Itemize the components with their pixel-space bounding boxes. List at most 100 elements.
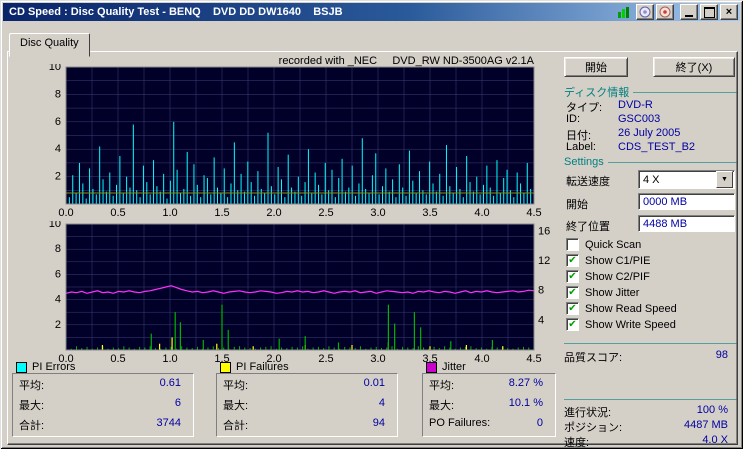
maximize-icon xyxy=(703,6,715,18)
titlebar[interactable]: CD Speed : Disc Quality Test - BENQ DVD … xyxy=(3,3,740,21)
svg-text:1.5: 1.5 xyxy=(214,207,229,219)
chevron-down-icon[interactable]: ▼ xyxy=(716,171,733,188)
speed-combo-value: 4 X xyxy=(643,173,660,186)
svg-text:3.0: 3.0 xyxy=(370,207,385,219)
end-position-field[interactable]: 4488 MB xyxy=(638,215,735,232)
pif-jitter-chart: 0.0 0.5 1.0 1.5 2.0 2.5 3.0 3.5 4.0 4.52468104812… xyxy=(49,221,551,365)
checkbox[interactable]: ✔ xyxy=(566,254,579,267)
checkbox-quick-scan[interactable]: Quick Scan xyxy=(566,238,641,251)
disc-red-icon xyxy=(659,6,671,18)
checkbox[interactable]: ✔ xyxy=(566,318,579,331)
tab-disc-quality[interactable]: Disc Quality xyxy=(9,33,90,57)
svg-text:2.0: 2.0 xyxy=(266,207,281,219)
position-row: ポジション: 4487 MB xyxy=(564,419,728,434)
jitter-swatch xyxy=(426,361,437,373)
save-graph-button[interactable] xyxy=(636,4,654,20)
svg-text:8: 8 xyxy=(55,243,61,255)
app-window: CD Speed : Disc Quality Test - BENQ DVD … xyxy=(0,0,743,449)
maximize-button[interactable] xyxy=(700,4,718,20)
separator xyxy=(564,399,737,400)
close-icon: × xyxy=(725,6,733,18)
settings-header: Settings xyxy=(564,156,737,168)
pi-errors-chart: 0.0 0.5 1.0 1.5 2.0 2.5 3.0 3.5 4.0 4.5 2 4 6 8 10 xyxy=(49,64,542,219)
start-mb-field[interactable]: 0000 MB xyxy=(638,193,735,210)
speed-row: 速度: 4.0 X xyxy=(564,434,728,449)
legend-label: PI Errors xyxy=(32,361,76,373)
checkbox-show-c2-pif[interactable]: ✔ Show C2/PIF xyxy=(566,270,650,283)
svg-text:3.0: 3.0 xyxy=(370,353,385,365)
jitter-stats: 平均: 8.27 % 最大: 10.1 % PO Failures: 0 xyxy=(422,373,556,437)
separator xyxy=(564,343,737,344)
checkbox-show-write-speed[interactable]: ✔ Show Write Speed xyxy=(566,318,676,331)
svg-text:10: 10 xyxy=(49,64,61,73)
disc-info-header: ディスク情報 xyxy=(564,84,737,100)
exit-button[interactable]: 終了(X) xyxy=(653,57,735,77)
svg-text:0.0: 0.0 xyxy=(58,207,73,219)
titlebar-buttons: × xyxy=(618,4,740,20)
chart-icon xyxy=(618,6,630,18)
svg-text:2: 2 xyxy=(55,171,61,183)
speed-label: 転送速度 xyxy=(566,176,610,188)
svg-text:0.5: 0.5 xyxy=(110,207,125,219)
end-position-label: 終了位置 xyxy=(566,221,610,233)
pi-errors-swatch xyxy=(16,361,27,373)
checkbox-show-jitter[interactable]: ✔ Show Jitter xyxy=(566,286,639,299)
minimize-icon xyxy=(685,14,693,17)
disc-label-row: Label: CDS_TEST_B2 xyxy=(566,141,696,153)
disc-icon xyxy=(639,6,651,18)
svg-text:4: 4 xyxy=(538,314,544,326)
tab-label: Disc Quality xyxy=(20,37,79,49)
window-title: CD Speed : Disc Quality Test - BENQ DVD … xyxy=(9,6,343,18)
checkbox-show-read-speed[interactable]: ✔ Show Read Speed xyxy=(566,302,677,315)
options-button[interactable] xyxy=(656,4,674,20)
svg-text:16: 16 xyxy=(538,225,550,237)
stat-row: 最大: 10.1 % xyxy=(429,397,543,412)
quality-score-row: 品質スコア: 98 xyxy=(564,349,728,364)
legend-pi-errors: PI Errors xyxy=(16,361,75,373)
start-mb-label: 開始 xyxy=(566,199,588,211)
disc-id-row: ID: GSC003 xyxy=(566,113,661,125)
stat-row: 合計: 94 xyxy=(223,417,385,432)
close-button[interactable]: × xyxy=(720,4,738,20)
checkbox[interactable]: ✔ xyxy=(566,286,579,299)
svg-text:8: 8 xyxy=(55,88,61,100)
stat-row: 平均: 8.27 % xyxy=(429,377,543,392)
quality-score-value: 98 xyxy=(715,349,728,361)
legend-pi-failures: PI Failures xyxy=(220,361,289,373)
svg-text:4.0: 4.0 xyxy=(474,353,489,365)
stat-row: PO Failures: 0 xyxy=(429,417,543,429)
checkbox-show-c1-pie[interactable]: ✔ Show C1/PIE xyxy=(566,254,650,267)
svg-text:2: 2 xyxy=(55,319,61,331)
svg-text:6: 6 xyxy=(55,268,61,280)
disc-quality-page: recorded with _NEC DVD_RW ND-3500AG v2.1… xyxy=(7,51,738,449)
minimize-button[interactable] xyxy=(680,4,698,20)
svg-text:4.5: 4.5 xyxy=(526,353,541,365)
checkbox[interactable]: ✔ xyxy=(566,270,579,283)
pi-errors-stats: 平均: 0.61 最大: 6 合計: 3744 xyxy=(12,373,194,437)
legend-label: Jitter xyxy=(442,361,466,373)
svg-text:4: 4 xyxy=(55,294,61,306)
stat-row: 最大: 4 xyxy=(223,397,385,412)
svg-text:8: 8 xyxy=(538,285,544,297)
svg-text:4.5: 4.5 xyxy=(526,207,541,219)
legend-label: PI Failures xyxy=(236,361,289,373)
checkbox[interactable] xyxy=(566,238,579,251)
svg-text:2.5: 2.5 xyxy=(318,353,333,365)
start-button[interactable]: 開始 xyxy=(564,57,628,77)
svg-text:1.0: 1.0 xyxy=(162,353,177,365)
progress-row: 進行状況: 100 % xyxy=(564,404,728,419)
svg-text:1.0: 1.0 xyxy=(162,207,177,219)
checkbox[interactable]: ✔ xyxy=(566,302,579,315)
legend-jitter: Jitter xyxy=(426,361,466,373)
position-value: 4487 MB xyxy=(683,419,728,431)
progress-value: 100 % xyxy=(696,404,728,416)
svg-text:3.5: 3.5 xyxy=(422,207,437,219)
speed-value: 4.0 X xyxy=(702,434,728,446)
svg-text:12: 12 xyxy=(538,255,550,267)
pi-failures-stats: 平均: 0.01 最大: 4 合計: 94 xyxy=(216,373,398,437)
svg-text:0.5: 0.5 xyxy=(110,353,125,365)
stat-row: 最大: 6 xyxy=(19,397,181,412)
svg-text:6: 6 xyxy=(55,116,61,128)
svg-text:2.5: 2.5 xyxy=(318,207,333,219)
speed-combo[interactable]: 4 X ▼ xyxy=(638,170,735,189)
